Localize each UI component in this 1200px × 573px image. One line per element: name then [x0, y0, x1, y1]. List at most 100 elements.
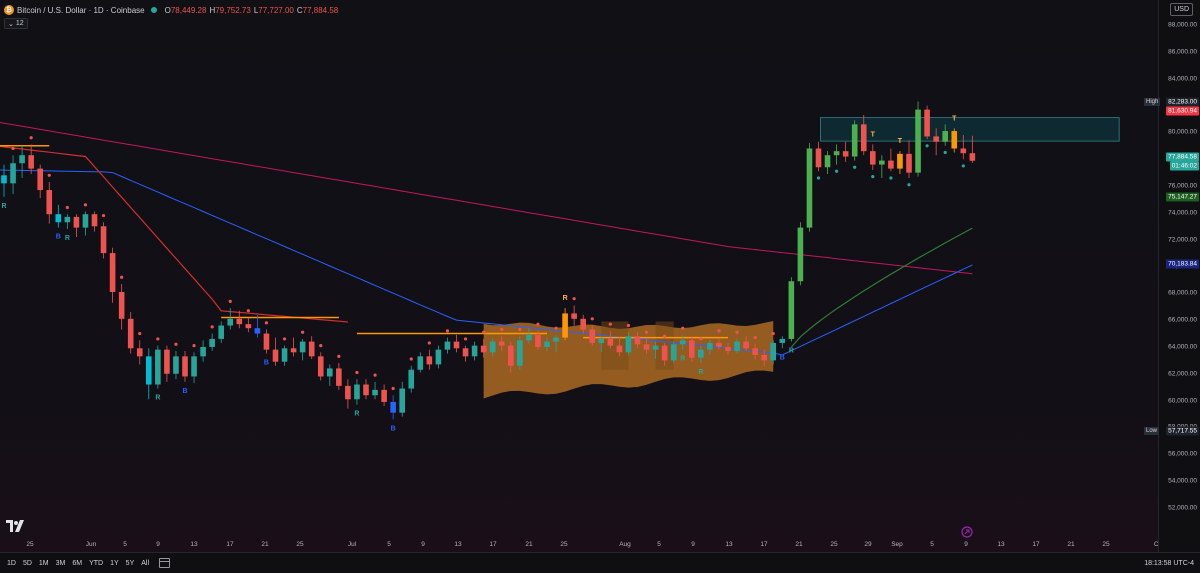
bitcoin-icon: ₿: [4, 5, 14, 15]
trail-dot: [626, 323, 631, 328]
range-button-3m[interactable]: 3M: [56, 560, 66, 567]
candle-body: [164, 349, 170, 374]
trail-dot: [192, 344, 196, 348]
trail-dot: [409, 357, 413, 361]
range-button-ytd[interactable]: YTD: [89, 560, 103, 567]
signal-marker-T: T: [952, 115, 957, 122]
currency-button[interactable]: USD: [1170, 3, 1193, 16]
time-tick: 25: [560, 541, 568, 548]
time-tick: 25: [26, 541, 34, 548]
time-tick: 13: [190, 541, 198, 548]
candle-body: [689, 340, 695, 358]
symbol-legend[interactable]: ₿ Bitcoin / U.S. Dollar · 1D · Coinbase …: [4, 3, 338, 17]
candle-body: [634, 336, 641, 345]
tradingview-logo-icon[interactable]: [6, 520, 24, 532]
candle-body: [679, 340, 686, 345]
range-button-5y[interactable]: 5Y: [126, 560, 135, 567]
candle-body: [136, 348, 143, 357]
chart-area[interactable]: RBRRBBRBRRRBRTTT ₿ Bitcoin / U.S. Dollar…: [0, 0, 1158, 552]
price-tick: 88,000.00: [1168, 21, 1197, 29]
candle-body: [127, 318, 134, 349]
candle-body: [716, 342, 722, 347]
market-status-dot: [150, 7, 157, 13]
price-tick: 62,000.00: [1168, 370, 1197, 378]
trail-dot: [681, 326, 685, 330]
replay-icon[interactable]: [961, 526, 973, 538]
range-button-1y[interactable]: 1Y: [110, 560, 119, 567]
time-tick: 17: [226, 541, 234, 548]
time-axis[interactable]: 25 Jun 5 9 13 17 21 25 Jul 5 9 13 17 21 25 Aug 5 9 13 17 21 2…: [0, 541, 1162, 552]
calendar-icon[interactable]: [159, 558, 171, 568]
range-button-5d[interactable]: 5D: [23, 560, 32, 567]
time-tick: 21: [261, 541, 269, 548]
candle-body: [299, 341, 306, 353]
ma-green-line: [790, 227, 973, 348]
candle-body: [37, 168, 43, 191]
time-tick: 25: [296, 541, 304, 548]
candle-body: [1, 175, 7, 184]
range-button-1d[interactable]: 1D: [7, 560, 16, 567]
candle-body: [761, 355, 767, 361]
candle-body: [508, 345, 514, 366]
price-tick: 52,000.00: [1168, 504, 1197, 512]
price-tick: 66,000.00: [1168, 316, 1197, 324]
candle-body: [417, 356, 424, 370]
candle-body: [426, 356, 433, 365]
signal-marker-R: R: [789, 348, 794, 355]
time-tick: 9: [691, 541, 695, 548]
trail-dot: [47, 173, 51, 177]
trail-dot: [373, 373, 377, 377]
time-tick: 5: [657, 541, 661, 548]
indicator-count: 12: [15, 20, 24, 27]
candle-body: [480, 345, 487, 353]
trail-dot: [590, 317, 594, 321]
candle-body: [526, 334, 532, 341]
candle-body: [625, 336, 632, 353]
candle-body: [788, 281, 795, 339]
time-tick: 17: [1032, 541, 1040, 548]
price-tick: 60,000.00: [1168, 397, 1197, 405]
symbol-title: Bitcoin / U.S. Dollar · 1D · Coinbase: [17, 5, 145, 15]
candle-body: [173, 356, 179, 374]
trail-dot: [463, 337, 468, 341]
blue-ma-label: 70,183.84: [1166, 259, 1199, 269]
time-tick: 21: [1067, 541, 1075, 548]
candle-body: [752, 348, 758, 356]
indicators-toggle[interactable]: ⌄ 12: [4, 18, 28, 29]
range-button-1m[interactable]: 1M: [39, 560, 49, 567]
price-tick: 84,000.00: [1168, 75, 1197, 83]
trail-dot: [699, 337, 703, 341]
trail-dot: [228, 299, 232, 303]
range-button-6m[interactable]: 6M: [72, 560, 82, 567]
candle-body: [824, 155, 831, 168]
candle-body: [951, 131, 958, 149]
candle-body: [589, 329, 596, 343]
time-tick: 29: [864, 541, 872, 548]
candle-body: [381, 389, 387, 402]
trail-dot: [572, 297, 576, 301]
price-tick: 54,000.00: [1168, 477, 1197, 485]
trail-dot: [853, 165, 857, 169]
low-price-label: 57,717.55: [1166, 426, 1199, 436]
trail-dot: [11, 146, 15, 151]
candle-body: [652, 345, 659, 350]
trail-dot: [889, 176, 893, 180]
candle-body: [562, 313, 568, 338]
signal-marker-R: R: [680, 356, 685, 363]
clock[interactable]: 18:13:58 UTC-4: [1144, 560, 1194, 567]
trail-dot: [717, 329, 721, 333]
price-tick: 56,000.00: [1168, 450, 1197, 458]
signal-marker-T: T: [871, 131, 876, 138]
price-axis[interactable]: USD 88,000.0086,000.0084,000.0082,000.00…: [1158, 0, 1200, 552]
level-price-label: 81,630.94: [1166, 106, 1199, 116]
high-tag: High: [1144, 97, 1161, 106]
signal-marker-B: B: [264, 360, 269, 367]
candle-body: [571, 313, 577, 319]
price-chart[interactable]: RB RRBBRBRRRBRTTT: [0, 0, 1158, 541]
trail-dot: [907, 183, 911, 187]
price-tick: 80,000.00: [1168, 128, 1197, 136]
range-button-all[interactable]: All: [141, 560, 149, 567]
time-tick: 21: [795, 541, 803, 548]
candle-body: [743, 341, 749, 349]
trail-dot: [174, 342, 178, 346]
